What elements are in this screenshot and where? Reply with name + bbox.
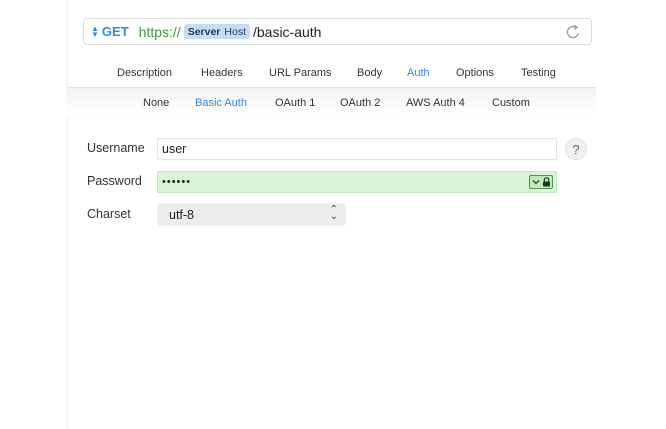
- tab-options[interactable]: Options: [456, 67, 494, 79]
- url-token-rest: Host: [224, 25, 246, 38]
- auth-tab-basic-auth[interactable]: Basic Auth: [195, 97, 247, 109]
- auth-tab-none[interactable]: None: [143, 97, 169, 109]
- password-value: ••••••: [162, 176, 192, 188]
- keychain-chevron-icon: [532, 180, 539, 185]
- charset-select[interactable]: utf-8 ⌃ ⌄: [157, 203, 346, 226]
- help-button[interactable]: ?: [565, 138, 587, 160]
- method-selector[interactable]: ▲ ▼ GET: [91, 24, 129, 39]
- tab-auth[interactable]: Auth: [407, 67, 430, 79]
- tab-description[interactable]: Description: [117, 67, 172, 79]
- method-label: GET: [101, 24, 129, 39]
- lock-icon: [542, 177, 550, 187]
- keychain-lock-icon[interactable]: [529, 175, 553, 189]
- auth-tab-oauth-1[interactable]: OAuth 1: [275, 97, 315, 109]
- auth-tab-aws-auth-4[interactable]: AWS Auth 4: [406, 97, 465, 109]
- help-label: ?: [572, 141, 580, 157]
- username-value: user: [162, 142, 187, 156]
- url-scheme: https://: [138, 23, 181, 40]
- panel-shadow: [66, 0, 72, 429]
- up-down-chevron-icon: ▲ ▼: [91, 23, 99, 39]
- up-down-chevron-icon: ⌃ ⌄: [329, 204, 338, 222]
- url-bar[interactable]: ▲ ▼ GET https:// Server Host /basic-auth: [83, 18, 592, 45]
- tab-testing[interactable]: Testing: [521, 67, 556, 79]
- refresh-icon[interactable]: [564, 23, 582, 41]
- username-field[interactable]: user: [157, 138, 557, 160]
- tab-body[interactable]: Body: [357, 67, 382, 79]
- username-label: Username: [87, 141, 145, 155]
- charset-value: utf-8: [169, 207, 195, 222]
- request-tabs: Description Headers URL Params Body Auth…: [83, 60, 592, 86]
- url-token-bold: Server: [187, 25, 221, 38]
- auth-tab-custom[interactable]: Custom: [492, 97, 530, 109]
- charset-label: Charset: [87, 207, 131, 221]
- url-path: /basic-auth: [252, 23, 322, 40]
- auth-tab-oauth-2[interactable]: OAuth 2: [340, 97, 380, 109]
- url-variable-token[interactable]: Server Host: [183, 24, 250, 39]
- password-label: Password: [87, 174, 142, 188]
- tab-headers[interactable]: Headers: [201, 67, 243, 79]
- password-field[interactable]: ••••••: [157, 171, 557, 193]
- tab-url-params[interactable]: URL Params: [269, 67, 332, 79]
